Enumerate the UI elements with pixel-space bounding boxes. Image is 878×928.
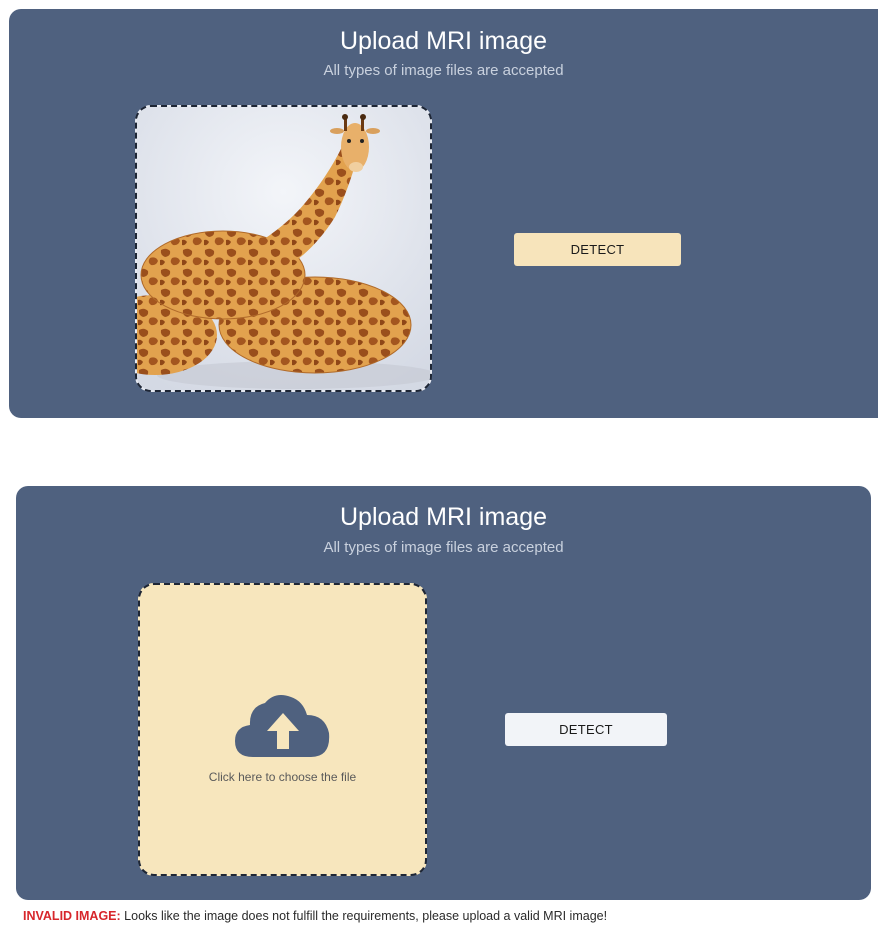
error-text: Looks like the image does not fulfill th…: [120, 909, 608, 923]
cloud-upload-icon: [235, 695, 330, 757]
upload-title: Upload MRI image: [339, 503, 548, 531]
upload-subtitle: All types of image files are accepted: [323, 62, 564, 79]
image-dropzone[interactable]: [135, 105, 432, 392]
upload-subtitle: All types of image files are accepted: [323, 539, 564, 556]
upload-title: Upload MRI image: [339, 27, 548, 55]
upload-panel-empty: Upload MRI image All types of image file…: [16, 486, 871, 900]
error-label: INVALID IMAGE:: [23, 909, 121, 923]
detect-button[interactable]: DETECT: [505, 713, 667, 746]
upload-panel-with-image: Upload MRI image All types of image file…: [9, 9, 878, 418]
detect-button[interactable]: DETECT: [514, 233, 681, 266]
uploaded-image-preview: [137, 107, 430, 390]
dropzone-instruction: Click here to choose the file: [208, 770, 357, 784]
error-message: INVALID IMAGE: Looks like the image does…: [23, 909, 607, 923]
file-dropzone[interactable]: Click here to choose the file: [138, 583, 427, 876]
